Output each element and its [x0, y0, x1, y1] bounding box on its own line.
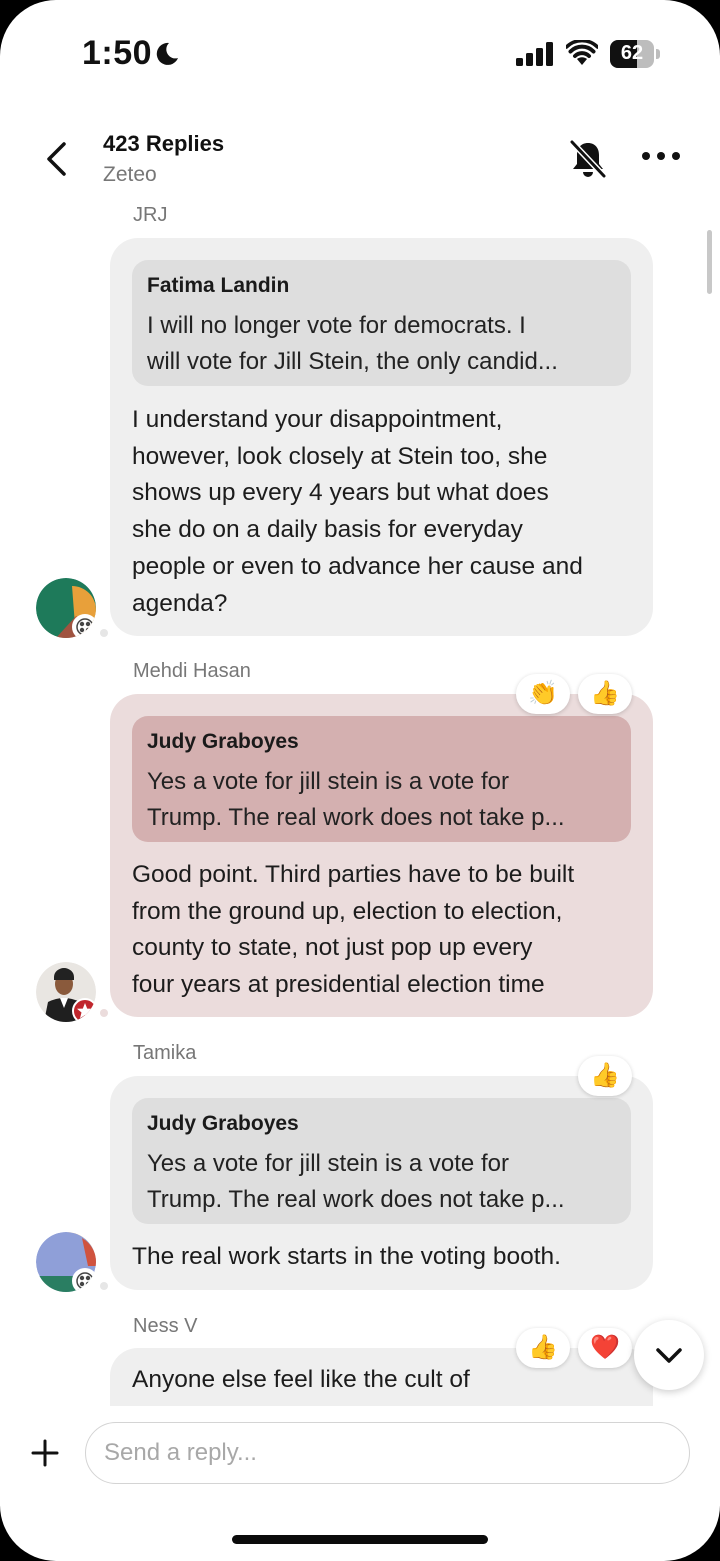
- host-star-badge: [72, 998, 96, 1022]
- moon-icon: [156, 42, 178, 65]
- thread-subtitle[interactable]: Zeteo: [103, 163, 157, 187]
- message-author: Tamika: [133, 1042, 197, 1064]
- message-bubble[interactable]: Fatima Landin I will no longer vote for …: [110, 238, 653, 636]
- back-chevron-icon[interactable]: [40, 140, 74, 178]
- message-bubble[interactable]: Judy Graboyes Yes a vote for jill stein …: [110, 1076, 653, 1290]
- quoted-author: Judy Graboyes: [147, 1112, 299, 1135]
- message-text: Anyone else feel like the cult of: [132, 1366, 470, 1393]
- message-author: JRJ: [133, 204, 168, 226]
- scroll-to-bottom-button[interactable]: [634, 1320, 704, 1390]
- chevron-down-icon: [656, 1348, 682, 1363]
- cellular-signal-icon: [516, 42, 553, 66]
- quoted-message[interactable]: Judy Graboyes Yes a vote for jill stein …: [132, 716, 631, 842]
- wifi-icon: [566, 40, 598, 65]
- status-bar: 1:50 62: [0, 0, 720, 100]
- home-indicator[interactable]: [232, 1535, 488, 1544]
- avatar[interactable]: [36, 578, 96, 638]
- thread-header: 423 Replies Zeteo: [0, 110, 720, 200]
- more-dots-icon[interactable]: [640, 148, 682, 164]
- message-text: Good point. Third parties have to be bui…: [132, 861, 575, 999]
- reply-list[interactable]: JRJ Fatima Landin I will no longer vote …: [0, 200, 720, 1406]
- reaction-heart[interactable]: ❤️: [578, 1328, 632, 1368]
- plus-icon[interactable]: [30, 1438, 60, 1468]
- reply-input[interactable]: [85, 1422, 690, 1484]
- reply-composer: [0, 1406, 720, 1506]
- quoted-text: Yes a vote for jill stein is a vote for …: [147, 1150, 565, 1213]
- status-time: 1:50: [82, 34, 153, 72]
- quoted-message[interactable]: Fatima Landin I will no longer vote for …: [132, 260, 631, 386]
- message-text: The real work starts in the voting booth…: [132, 1243, 561, 1270]
- bell-muted-icon[interactable]: [568, 138, 608, 180]
- message-bubble-host[interactable]: Judy Graboyes Yes a vote for jill stein …: [110, 694, 653, 1017]
- reaction-thumbs-up[interactable]: 👍: [578, 1056, 632, 1096]
- quoted-author: Judy Graboyes: [147, 730, 299, 753]
- member-badge: [72, 1268, 96, 1292]
- message-author: Ness V: [133, 1315, 198, 1337]
- message-bubble[interactable]: Anyone else feel like the cult of: [110, 1348, 653, 1406]
- reaction-thumbs-up[interactable]: 👍: [578, 674, 632, 714]
- quoted-message[interactable]: Judy Graboyes Yes a vote for jill stein …: [132, 1098, 631, 1224]
- quoted-author: Fatima Landin: [147, 274, 290, 297]
- quoted-text: Yes a vote for jill stein is a vote for …: [147, 768, 565, 831]
- member-badge: [72, 614, 96, 638]
- message-text: I understand your disappointment, howeve…: [132, 406, 583, 617]
- battery-icon: 62: [610, 40, 660, 68]
- phone-screen: 1:50 62 423 Replies Zeteo JRJ Fatima Lan…: [0, 0, 720, 1561]
- message-author: Mehdi Hasan: [133, 660, 251, 682]
- avatar[interactable]: [36, 1232, 96, 1292]
- reaction-clap[interactable]: 👏: [516, 674, 570, 714]
- battery-percent: 62: [620, 42, 644, 64]
- reaction-thumbs-up[interactable]: 👍: [516, 1328, 570, 1368]
- avatar[interactable]: [36, 962, 96, 1022]
- quoted-text: I will no longer vote for democrats. I w…: [147, 312, 558, 375]
- thread-title: 423 Replies: [103, 131, 225, 156]
- scrollbar[interactable]: [707, 230, 712, 294]
